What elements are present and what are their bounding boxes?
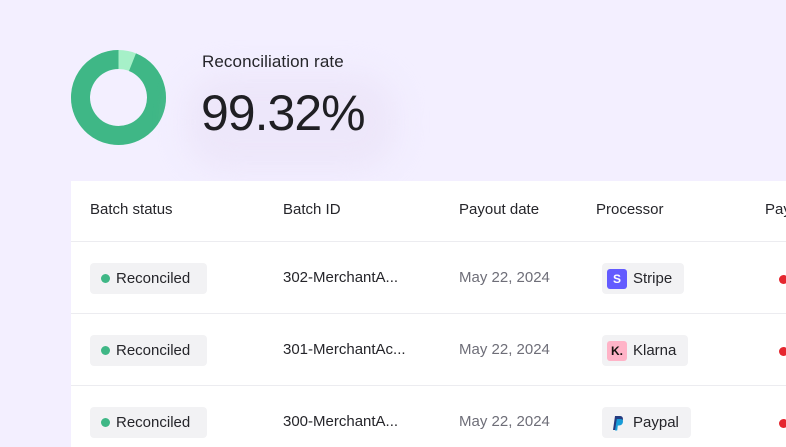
column-header-payout-date[interactable]: Payout date: [459, 201, 539, 218]
processor-badge: Paypal: [602, 407, 691, 438]
processor-name: Paypal: [633, 414, 679, 431]
batches-table: Batch status Batch ID Payout date Proces…: [71, 181, 786, 447]
table-row[interactable]: Reconciled 301-MerchantAc... May 22, 202…: [71, 314, 786, 386]
status-label: Reconciled: [116, 414, 191, 431]
processor-name: Stripe: [633, 270, 673, 287]
donut-reconciled-segment: [71, 50, 166, 145]
column-header-processor[interactable]: Processor: [596, 201, 664, 218]
batch-id: 300-MerchantA...: [283, 413, 399, 430]
reconciliation-dashboard: Reconciliation rate 99.32% Batch status …: [0, 0, 786, 447]
table-row[interactable]: Reconciled 302-MerchantA... May 22, 2024…: [71, 242, 786, 314]
payout-date: May 22, 2024: [459, 269, 550, 286]
processor-badge: K. Klarna: [602, 335, 689, 366]
table-row[interactable]: Reconciled 300-MerchantA... May 22, 2024…: [71, 386, 786, 447]
payout-date: May 22, 2024: [459, 341, 550, 358]
status-badge: Reconciled: [90, 407, 207, 438]
status-label: Reconciled: [116, 270, 191, 287]
paypal-logo-icon: [607, 413, 627, 433]
batch-id: 301-MerchantAc...: [283, 341, 406, 358]
processor-name: Klarna: [633, 342, 677, 359]
column-header-batch-id[interactable]: Batch ID: [283, 201, 341, 218]
payout-date: May 22, 2024: [459, 413, 550, 430]
reconciliation-donut-chart: [71, 50, 166, 145]
status-label: Reconciled: [116, 342, 191, 359]
kpi-label: Reconciliation rate: [202, 52, 344, 71]
table-header: Batch status Batch ID Payout date Proces…: [71, 181, 786, 242]
klarna-logo-icon: K.: [607, 340, 627, 361]
payout-status-dot-icon: [779, 419, 786, 428]
stripe-logo-icon: S: [607, 268, 627, 289]
status-badge: Reconciled: [90, 263, 207, 294]
kpi-value: 99.32%: [201, 85, 366, 141]
status-dot-icon: [101, 346, 110, 355]
status-dot-icon: [101, 274, 110, 283]
batch-id: 302-MerchantA...: [283, 269, 399, 286]
column-header-payout[interactable]: Pay: [765, 201, 786, 218]
processor-badge: S Stripe: [602, 263, 685, 294]
payout-status-dot-icon: [779, 347, 786, 356]
column-header-batch-status[interactable]: Batch status: [90, 201, 173, 218]
status-badge: Reconciled: [90, 335, 207, 366]
payout-status-dot-icon: [779, 275, 786, 284]
status-dot-icon: [101, 418, 110, 427]
